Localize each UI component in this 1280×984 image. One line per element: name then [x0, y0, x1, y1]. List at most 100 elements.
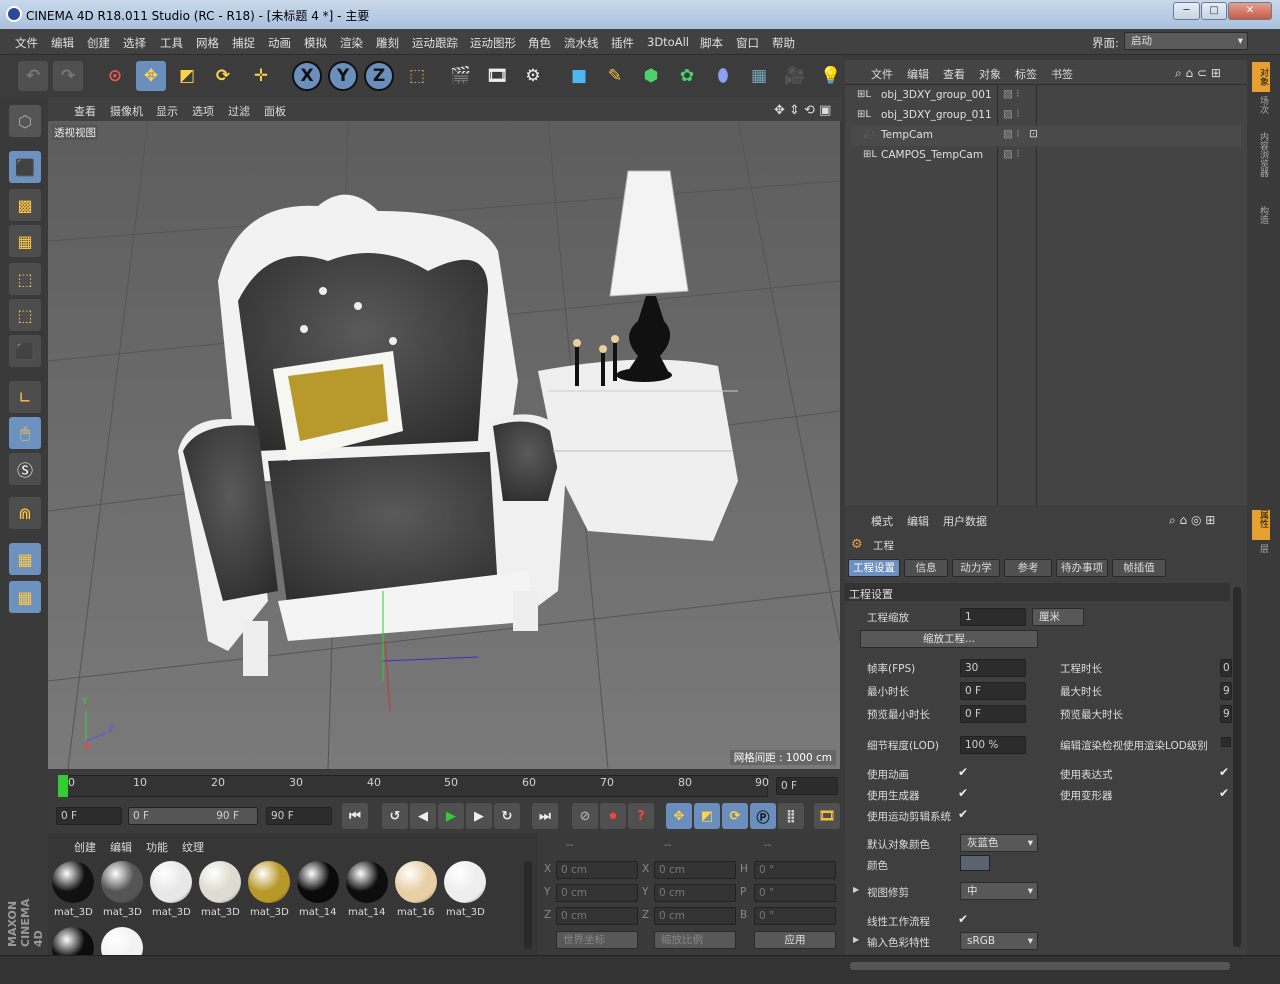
tab-frame-interpolation[interactable]: 帧插值: [1112, 559, 1166, 577]
tab-todo[interactable]: 待办事项: [1056, 559, 1108, 577]
goto-end-icon[interactable]: ⏭: [532, 803, 558, 829]
vp-menu-cameras[interactable]: 摄像机: [110, 103, 143, 119]
expand-arrow-icon[interactable]: ▶: [853, 935, 859, 944]
obj-search-icon[interactable]: ⌕ ⌂ ⊂ ⊞: [1175, 66, 1221, 81]
minimize-button[interactable]: ─: [1173, 2, 1200, 20]
key-parameter-icon[interactable]: Ⓟ: [750, 803, 776, 829]
snap-icon[interactable]: Ⓢ: [9, 453, 41, 485]
model-mode-icon[interactable]: ⬛: [9, 151, 41, 183]
use-expressions-checkbox[interactable]: ✔: [1219, 765, 1229, 779]
coord-field[interactable]: 0 cm: [556, 884, 638, 902]
axis-mode-icon[interactable]: ∟: [9, 381, 41, 413]
tweak-mode-icon[interactable]: 🖱: [9, 417, 41, 449]
coord-field[interactable]: 0 °: [754, 861, 836, 879]
interface-select[interactable]: 启动 ▾: [1124, 32, 1248, 50]
vp-nav-icons[interactable]: ✥ ⇕ ⟲ ▣: [774, 103, 831, 118]
material-scrollbar[interactable]: [524, 861, 532, 949]
current-frame-field[interactable]: 0 F: [776, 777, 838, 795]
menu-window[interactable]: 窗口: [736, 35, 759, 51]
material-swatch[interactable]: [297, 861, 339, 903]
menu-edit[interactable]: 编辑: [51, 35, 74, 51]
make-editable-icon[interactable]: ⬡: [9, 105, 41, 137]
material-swatch[interactable]: [101, 861, 143, 903]
record-keys-icon[interactable]: ⊘: [572, 803, 598, 829]
z-axis-lock-button[interactable]: Z: [364, 61, 394, 91]
coordinate-system-icon[interactable]: ⬚: [402, 61, 432, 91]
obj-menu-objects[interactable]: 对象: [979, 66, 1001, 82]
cloner-icon[interactable]: ✿: [672, 61, 702, 91]
planar-workplane-icon[interactable]: ▦: [9, 581, 41, 613]
vp-menu-view[interactable]: 查看: [74, 103, 96, 119]
project-scale-unit-select[interactable]: 厘米: [1032, 608, 1084, 626]
coord-field[interactable]: 0 cm: [654, 907, 736, 925]
tab-project-settings[interactable]: 工程设置: [848, 559, 900, 577]
texture-mode-icon[interactable]: ▩: [9, 189, 41, 221]
menu-help[interactable]: 帮助: [772, 35, 795, 51]
menu-animate[interactable]: 动画: [268, 35, 291, 51]
play-icon[interactable]: ▶: [438, 803, 464, 829]
light-icon[interactable]: 💡: [816, 61, 846, 91]
project-length-field[interactable]: 0: [1220, 659, 1232, 677]
menu-simulate[interactable]: 模拟: [304, 35, 327, 51]
visibility-toggle-icon[interactable]: ▨ ⁝: [1003, 148, 1020, 160]
material-swatch[interactable]: [444, 861, 486, 903]
mat-menu-create[interactable]: 创建: [74, 839, 96, 855]
color-swatch[interactable]: [960, 855, 990, 871]
material-swatch[interactable]: [395, 861, 437, 903]
pen-spline-icon[interactable]: ✎: [600, 61, 630, 91]
object-row[interactable]: 🎥 TempCam ▨ ⁝ ⊡: [851, 126, 1241, 146]
tab-info[interactable]: 信息: [904, 559, 948, 577]
coord-field[interactable]: 0 cm: [556, 861, 638, 879]
lock-workplane-icon[interactable]: ▦: [9, 543, 41, 575]
mat-menu-edit[interactable]: 编辑: [110, 839, 132, 855]
menu-tools[interactable]: 工具: [160, 35, 183, 51]
timeline-ruler[interactable]: 0 10 20 30 40 50 60 70 80 90 0 F: [48, 771, 842, 801]
close-button[interactable]: ✕: [1228, 2, 1272, 20]
menu-snap[interactable]: 捕捉: [232, 35, 255, 51]
world-coords-select[interactable]: 世界坐标: [556, 931, 638, 949]
timeline-window-icon[interactable]: 🎞: [814, 803, 840, 829]
menu-sculpt[interactable]: 雕刻: [376, 35, 399, 51]
menu-script[interactable]: 脚本: [700, 35, 723, 51]
edges-mode-icon[interactable]: ⬚: [9, 299, 41, 331]
apply-button[interactable]: 应用: [754, 931, 836, 949]
visibility-toggle-icon[interactable]: ▨ ⁝: [1003, 88, 1020, 100]
material-swatch[interactable]: [150, 861, 192, 903]
object-row[interactable]: ⊞L CAMPOS_TempCam ▨ ⁝: [851, 146, 1241, 166]
material-swatch[interactable]: [52, 861, 94, 903]
goto-start-icon[interactable]: ⏮: [342, 803, 368, 829]
attr-menu-userdata[interactable]: 用户数据: [943, 513, 987, 529]
key-rotation-icon[interactable]: ⟳: [722, 803, 748, 829]
y-axis-lock-button[interactable]: Y: [328, 61, 358, 91]
max-time-field[interactable]: 9: [1220, 682, 1232, 700]
workplane-icon[interactable]: ▦: [9, 225, 41, 257]
fps-field[interactable]: 30: [960, 659, 1026, 677]
key-pla-icon[interactable]: ⣿: [778, 803, 804, 829]
obj-menu-file[interactable]: 文件: [871, 66, 893, 82]
vp-menu-options[interactable]: 选项: [192, 103, 214, 119]
scale-mode-select[interactable]: 缩放比例: [654, 931, 736, 949]
menu-3dtoall[interactable]: 3DtoAll: [647, 35, 689, 49]
use-motion-system-checkbox[interactable]: ✔: [958, 807, 968, 821]
next-key-icon[interactable]: ↻: [494, 803, 520, 829]
menu-create[interactable]: 创建: [87, 35, 110, 51]
x-axis-lock-button[interactable]: X: [292, 61, 322, 91]
transform-tool-icon[interactable]: ✛: [246, 61, 276, 91]
obj-menu-bookmarks[interactable]: 书签: [1051, 66, 1073, 82]
perspective-viewport[interactable]: 透视视图 Y Z X 网格间距 : 1000 cm: [48, 121, 840, 769]
render-settings-icon[interactable]: ⚙: [518, 61, 548, 91]
coord-field[interactable]: 0 cm: [654, 884, 736, 902]
step-forward-icon[interactable]: ▶: [466, 803, 492, 829]
menu-plugins[interactable]: 插件: [611, 35, 634, 51]
attr-search-icon[interactable]: ⌕ ⌂ ◎ ⊞: [1169, 513, 1215, 528]
coord-field[interactable]: 0 cm: [654, 861, 736, 879]
redo-icon[interactable]: ↷: [53, 61, 83, 91]
mat-menu-texture[interactable]: 纹理: [182, 839, 204, 855]
cube-object-icon[interactable]: ■: [564, 61, 594, 91]
rotate-tool-icon[interactable]: ⟳: [208, 61, 238, 91]
protection-tag-icon[interactable]: ⊡: [1029, 128, 1038, 140]
visibility-toggle-icon[interactable]: ▨ ⁝: [1003, 128, 1020, 140]
polygons-mode-icon[interactable]: ⬛: [9, 335, 41, 367]
end-frame-field[interactable]: 90 F: [266, 807, 332, 825]
scale-project-button[interactable]: 缩放工程...: [860, 630, 1038, 648]
